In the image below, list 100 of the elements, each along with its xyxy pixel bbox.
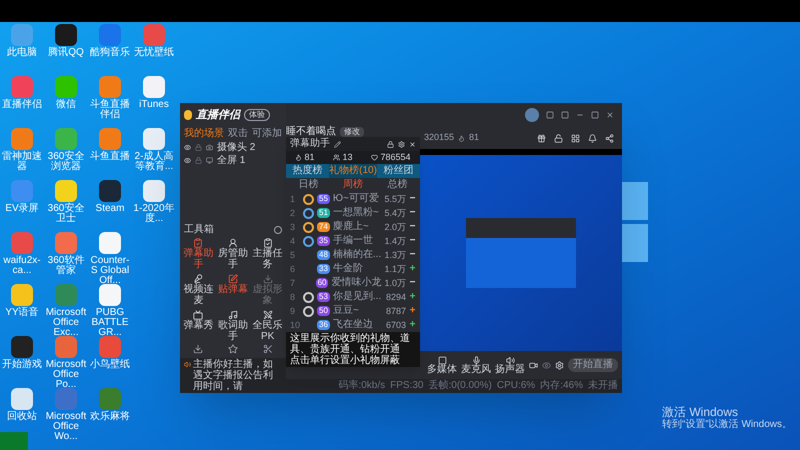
rank-number: 8 — [290, 292, 296, 302]
close-icon[interactable] — [606, 111, 614, 119]
share-icon[interactable] — [605, 134, 614, 142]
icon-label: EV录屏 — [5, 204, 39, 214]
app-icon[interactable] — [11, 388, 33, 410]
trial-button[interactable]: 体验 — [244, 109, 270, 121]
ranking-row[interactable]: 4 35 手编一世 1.4万 − — [286, 234, 420, 248]
ranking-row[interactable]: 3 74 麋鹿上~ 2.0万 − — [286, 220, 420, 234]
icon-label: 360安全浏览器 — [46, 152, 86, 172]
user-name: Ю~可可爱 — [332, 194, 380, 204]
tool-button[interactable]: 全民乐PK — [250, 308, 285, 344]
icon-label: 2-成人高等教育... — [134, 152, 174, 172]
bell-icon[interactable] — [588, 134, 597, 142]
ranking-row[interactable]: 10 36 飞在坐边 6703 + — [286, 318, 420, 332]
ranking-row[interactable]: 5 48 楠楠的在... 1.3万 − — [286, 248, 420, 262]
app-icon[interactable] — [143, 128, 165, 150]
period-tab[interactable]: 日榜 — [286, 178, 331, 192]
avatar[interactable] — [525, 108, 539, 122]
gift-amount: 1.1万 — [384, 264, 406, 274]
gift-amount: 2.0万 — [384, 222, 406, 232]
app-icon[interactable] — [143, 76, 165, 98]
control-button[interactable]: 扬声器 — [495, 356, 525, 374]
flame-icon — [458, 134, 466, 142]
ranking-row[interactable]: 2 51 一想黑粉~ 5.4万 − — [286, 206, 420, 220]
gift-amount: 8787 — [386, 306, 406, 316]
level-badge: 48 — [317, 250, 330, 260]
tool-button[interactable]: 弹幕秀 — [181, 308, 216, 344]
microphone-icon — [472, 356, 480, 364]
rank-number: 4 — [290, 236, 296, 246]
gift-amount: 1.3万 — [384, 250, 406, 260]
scene-tab[interactable]: 可添加 — [252, 129, 282, 139]
tool-button[interactable]: 主播任务 — [250, 236, 285, 272]
logo-icon — [184, 110, 192, 120]
ranking-tab[interactable]: 粉丝团 — [376, 164, 420, 178]
user-name: 楠楠的在... — [332, 250, 382, 260]
edit-button[interactable]: 修改 — [340, 127, 364, 137]
download-icon[interactable] — [193, 344, 204, 354]
heart-icon — [371, 154, 378, 161]
ranking-row[interactable]: 8 53 你是见到... 8294 + — [286, 290, 420, 304]
settings-icon[interactable] — [398, 140, 405, 148]
trend-mark: − — [409, 222, 416, 232]
app-icon[interactable] — [99, 180, 121, 202]
ranking-row[interactable]: 7 60 爱情味小龙 1.0万 − — [286, 276, 420, 290]
level-badge: 53 — [317, 292, 330, 302]
scene-tab[interactable]: 双击 — [228, 129, 248, 139]
icon-label: YY语音 — [5, 308, 39, 318]
level-badge: 55 — [317, 194, 330, 204]
trend-mark: + — [409, 306, 416, 316]
icon-label: 雷神加速器 — [1, 152, 43, 172]
tool-button[interactable]: 房管助手 — [216, 236, 250, 272]
start-live-button[interactable]: 开始直播 — [568, 358, 618, 372]
unlock-icon[interactable] — [554, 134, 563, 142]
app-icon[interactable] — [11, 336, 33, 358]
trend-mark: − — [409, 278, 416, 288]
ranking-tab[interactable]: 热度榜 — [286, 164, 330, 178]
period-tab[interactable]: 周榜 — [330, 178, 376, 192]
app-icon[interactable] — [99, 284, 121, 306]
ranking-row[interactable]: 9 50 豆豆~ 8787 + — [286, 304, 420, 318]
status-text: CPU:6% — [496, 381, 536, 391]
scene-item[interactable]: 全屏 1 — [217, 156, 246, 166]
star-icon[interactable] — [228, 344, 238, 354]
ranking-tab[interactable]: 礼物榜(10) — [329, 164, 377, 178]
ranking-row[interactable]: 6 33 牛金阶 1.1万 + — [286, 262, 420, 276]
layout-icon[interactable] — [571, 134, 580, 142]
lock-icon[interactable] — [387, 140, 394, 148]
scene-tab[interactable]: 我的场景 — [184, 129, 224, 139]
heat-value: 81 — [469, 131, 480, 144]
icon-label: PUBG BATTLEGR... — [90, 308, 130, 338]
icon-label: Steam — [96, 204, 124, 214]
gift-amount: 5.5万 — [384, 194, 406, 204]
video-icon[interactable] — [529, 360, 538, 370]
icon-label: 腾讯QQ — [48, 48, 84, 58]
scene-item[interactable]: 摄像头 2 — [217, 142, 256, 152]
ranking-row[interactable]: 1 55 Ю~可可爱 5.5万 − — [286, 192, 420, 206]
tool-button[interactable]: 视频连麦 — [181, 272, 216, 308]
tv-icon — [193, 310, 204, 320]
gift-icon[interactable] — [537, 134, 546, 142]
settings-icon[interactable] — [555, 360, 564, 370]
collapse-icon[interactable] — [274, 226, 282, 234]
user-name: 一想黑粉~ — [332, 208, 380, 218]
icon-label: Microsoft Office Exc... — [44, 308, 88, 338]
trend-mark: − — [409, 208, 416, 218]
control-button[interactable]: 麦克风 — [461, 356, 491, 374]
icon-label: 斗鱼直播 — [90, 152, 130, 162]
app-icon[interactable] — [55, 24, 77, 46]
app-icon[interactable] — [99, 232, 121, 254]
edit-icon[interactable] — [334, 140, 341, 148]
tool-button[interactable]: 贴弹幕 — [216, 272, 250, 308]
scissors-icon[interactable] — [262, 344, 273, 354]
speaker-icon — [184, 361, 191, 368]
maximize-icon[interactable] — [591, 111, 599, 119]
icon-label: 开始游戏 — [2, 360, 42, 370]
app-icon[interactable] — [143, 180, 165, 202]
tool-button[interactable]: 歌词助手 — [216, 308, 250, 344]
period-tab[interactable]: 总榜 — [375, 178, 420, 192]
user-name: 爱情味小龙 — [331, 278, 382, 288]
close-icon[interactable] — [409, 140, 416, 148]
control-button[interactable]: 多媒体 — [427, 356, 457, 374]
tool-button[interactable]: 弹幕助手 — [181, 236, 216, 272]
clipboard-icon — [262, 238, 273, 248]
